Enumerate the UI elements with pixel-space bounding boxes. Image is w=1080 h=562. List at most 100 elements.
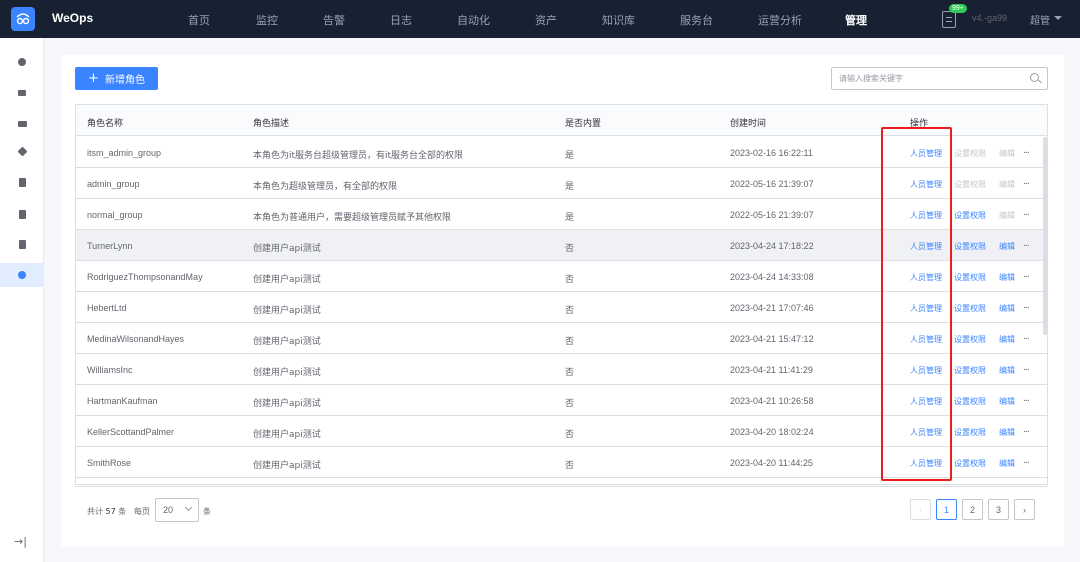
role-name-cell: MedinaWilsonandHayes — [87, 334, 185, 344]
edit-link[interactable]: 编辑 — [999, 427, 1015, 438]
edit-link[interactable]: 编辑 — [999, 272, 1015, 283]
next-page-button[interactable]: › — [1014, 499, 1035, 520]
table-row[interactable]: WilliamsInc 创建用户api测试 否 2023-04-21 11:41:29… — [76, 354, 1047, 385]
nav-knowledge[interactable]: 知识库 — [602, 12, 635, 28]
page-button[interactable]: 3 — [988, 499, 1009, 520]
table-row[interactable]: itsm_admin_group 本角色为it服务台超级管理员，有it服务台全部的… — [76, 137, 1047, 168]
camera-icon[interactable] — [0, 50, 44, 74]
role-name-cell: SmithRose — [87, 458, 132, 468]
page-size-select[interactable]: 20 — [155, 498, 199, 522]
edit-link[interactable]: 编辑 — [999, 148, 1015, 159]
manage-members-link[interactable]: 人员管理 — [910, 210, 942, 221]
table-row[interactable]: RodriguezThompsonandMay 创建用户api测试 否 2023-04… — [76, 261, 1047, 292]
table-row[interactable]: MedinaWilsonandHayes 创建用户api测试 否 2023-04-21… — [76, 323, 1047, 354]
page-button[interactable]: 2 — [962, 499, 983, 520]
more-actions-icon[interactable]: ... — [1023, 146, 1030, 156]
nav-assets[interactable]: 资产 — [535, 12, 557, 28]
table-row[interactable]: normal_group 本角色为普通用户，需要超级管理员赋予其他权限 是 2022-… — [76, 199, 1047, 230]
set-permission-link[interactable]: 设置权限 — [954, 148, 986, 159]
more-actions-icon[interactable]: ... — [1023, 332, 1030, 342]
book-icon[interactable] — [0, 170, 44, 194]
user-menu[interactable]: 超管 — [1030, 12, 1050, 27]
collapse-sidebar-icon[interactable]: →| — [14, 535, 27, 548]
manage-members-link[interactable]: 人员管理 — [910, 148, 942, 159]
edit-link[interactable]: 编辑 — [999, 334, 1015, 345]
set-permission-link[interactable]: 设置权限 — [954, 334, 986, 345]
manage-members-link[interactable]: 人员管理 — [910, 303, 942, 314]
nav-automation[interactable]: 自动化 — [457, 12, 490, 28]
manage-members-link[interactable]: 人员管理 — [910, 365, 942, 376]
manage-members-link[interactable]: 人员管理 — [910, 179, 942, 190]
edit-link[interactable]: 编辑 — [999, 396, 1015, 407]
prev-page-button[interactable]: ‹ — [910, 499, 931, 520]
set-permission-link[interactable]: 设置权限 — [954, 241, 986, 252]
nav-management[interactable]: 管理 — [845, 12, 867, 28]
edit-link[interactable]: 编辑 — [999, 458, 1015, 469]
set-permission-link[interactable]: 设置权限 — [954, 396, 986, 407]
page-button[interactable]: 1 — [936, 499, 957, 520]
add-role-button[interactable]: + 新增角色 — [75, 67, 158, 90]
more-actions-icon[interactable]: ... — [1023, 239, 1030, 249]
edit-link[interactable]: 编辑 — [999, 303, 1015, 314]
dashboard-icon[interactable] — [0, 81, 44, 105]
more-actions-icon[interactable]: ... — [1023, 177, 1030, 187]
manage-members-link[interactable]: 人员管理 — [910, 334, 942, 345]
nav-home[interactable]: 首页 — [188, 12, 210, 28]
manage-members-link[interactable]: 人员管理 — [910, 427, 942, 438]
clipboard-icon[interactable] — [0, 202, 44, 226]
created-time-cell: 2023-02-16 16:22:11 — [730, 148, 813, 158]
more-actions-icon[interactable]: ... — [1023, 208, 1030, 218]
set-permission-link[interactable]: 设置权限 — [954, 272, 986, 283]
set-permission-link[interactable]: 设置权限 — [954, 365, 986, 376]
role-table: 角色名称 角色描述 是否内置 创建时间 操作 itsm_admin_group 本… — [75, 104, 1048, 485]
table-row[interactable]: TurnerLynn 创建用户api测试 否 2023-04-24 17:18:22 人… — [76, 230, 1047, 261]
shield-icon[interactable] — [0, 263, 44, 287]
clipboard-check-icon[interactable] — [0, 232, 44, 256]
edit-link[interactable]: 编辑 — [999, 210, 1015, 221]
layers-icon[interactable] — [0, 139, 44, 163]
table-row[interactable]: SmithRose 创建用户api测试 否 2023-04-20 11:44:25 人员… — [76, 447, 1047, 478]
search-input[interactable]: 请输入搜索关键字 — [831, 67, 1048, 90]
edit-link[interactable]: 编辑 — [999, 365, 1015, 376]
nav-service-desk[interactable]: 服务台 — [680, 12, 713, 28]
set-permission-link[interactable]: 设置权限 — [954, 303, 986, 314]
set-permission-link[interactable]: 设置权限 — [954, 210, 986, 221]
manage-members-link[interactable]: 人员管理 — [910, 458, 942, 469]
more-actions-icon[interactable]: ... — [1023, 270, 1030, 280]
column-header: 操作 — [910, 119, 929, 129]
more-actions-icon[interactable]: ... — [1023, 301, 1030, 311]
table-row[interactable]: HebertLtd 创建用户api测试 否 2023-04-21 17:07:46 人员… — [76, 292, 1047, 323]
weops-logo-icon[interactable] — [11, 7, 35, 31]
table-row[interactable]: admin_group 本角色为超级管理员，有全部的权限 是 2022-05-16 2… — [76, 168, 1047, 199]
role-desc-cell: 本角色为it服务台超级管理员，有it服务台全部的权限 — [253, 151, 464, 161]
caret-down-icon[interactable] — [1054, 16, 1062, 20]
more-actions-icon[interactable]: ... — [1023, 394, 1030, 404]
page-size-unit: 条 — [203, 507, 211, 516]
role-name-cell: RodriguezThompsonandMay — [87, 272, 203, 282]
manage-members-link[interactable]: 人员管理 — [910, 396, 942, 407]
more-actions-icon[interactable]: ... — [1023, 363, 1030, 373]
edit-link[interactable]: 编辑 — [999, 241, 1015, 252]
set-permission-link[interactable]: 设置权限 — [954, 458, 986, 469]
toolbox-icon[interactable] — [0, 112, 44, 136]
more-actions-icon[interactable]: ... — [1023, 456, 1030, 466]
role-desc-cell: 本角色为超级管理员，有全部的权限 — [253, 182, 398, 192]
more-actions-icon[interactable]: ... — [1023, 425, 1030, 435]
search-icon[interactable] — [1030, 73, 1039, 82]
nav-log[interactable]: 日志 — [390, 12, 412, 28]
nav-alarm[interactable]: 告警 — [323, 12, 345, 28]
notification-icon[interactable] — [942, 11, 956, 28]
table-row[interactable]: KellerScottandPalmer 创建用户api测试 否 2023-04-20… — [76, 416, 1047, 447]
table-scrollbar[interactable] — [1043, 137, 1047, 335]
total-count: 共计 57 条 — [87, 507, 127, 516]
created-time-cell: 2023-04-21 11:41:29 — [730, 365, 813, 375]
edit-link[interactable]: 编辑 — [999, 179, 1015, 190]
set-permission-link[interactable]: 设置权限 — [954, 179, 986, 190]
set-permission-link[interactable]: 设置权限 — [954, 427, 986, 438]
role-name-cell: TurnerLynn — [87, 241, 133, 251]
table-row[interactable]: HartmanKaufman 创建用户api测试 否 2023-04-21 10:26… — [76, 385, 1047, 416]
manage-members-link[interactable]: 人员管理 — [910, 272, 942, 283]
manage-members-link[interactable]: 人员管理 — [910, 241, 942, 252]
nav-monitor[interactable]: 监控 — [256, 12, 278, 28]
nav-operations-analysis[interactable]: 运营分析 — [758, 12, 802, 28]
